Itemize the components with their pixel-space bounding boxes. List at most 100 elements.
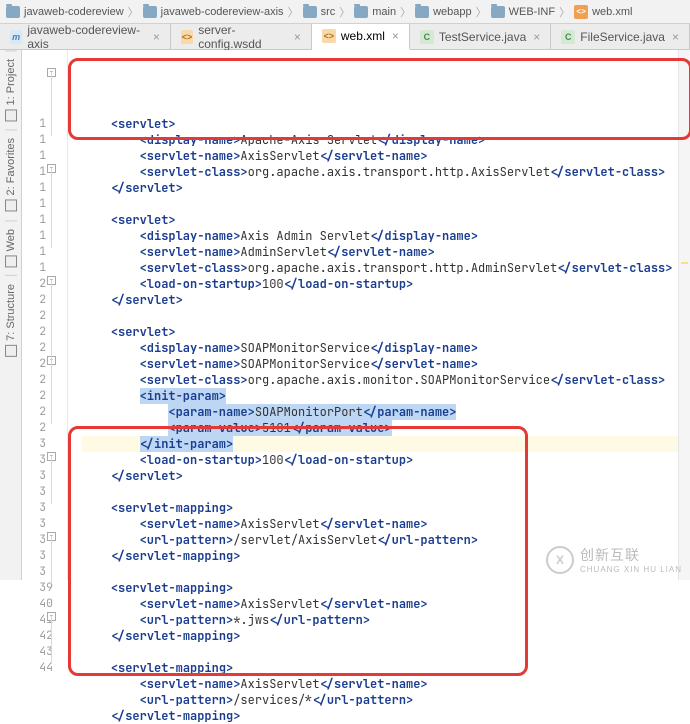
- code-line[interactable]: <servlet-class>org.apache.axis.monitor.S…: [82, 372, 690, 388]
- tool-window-2-favorites[interactable]: 2: Favorites: [5, 129, 17, 219]
- code-line[interactable]: <display-name>SOAPMonitorService</displa…: [82, 340, 690, 356]
- line-number: 37: [22, 548, 67, 564]
- close-icon[interactable]: ×: [672, 30, 679, 44]
- line-number: 14: [22, 180, 67, 196]
- code-line[interactable]: <load-on-startup>100</load-on-startup>: [82, 276, 690, 292]
- line-number: 9: [22, 100, 67, 116]
- line-number: 6: [22, 52, 67, 68]
- watermark: X 创新互联 CHUANG XIN HU LIAN: [546, 545, 682, 574]
- editor-scrollbar[interactable]: [678, 50, 690, 580]
- breadcrumb-item[interactable]: <>web.xml: [574, 5, 632, 19]
- line-number: 15: [22, 196, 67, 212]
- code-line[interactable]: </servlet>: [82, 468, 690, 484]
- line-number: 34: [22, 500, 67, 516]
- code-line[interactable]: <param-value>5101</param-value>: [82, 420, 690, 436]
- breadcrumb-item[interactable]: webapp: [415, 6, 472, 18]
- line-number: 29: [22, 420, 67, 436]
- line-number-gutter: 6789101112131415161718192021222324252627…: [22, 50, 68, 580]
- class-icon: C: [561, 30, 575, 44]
- class-icon: C: [420, 30, 434, 44]
- code-line[interactable]: </servlet-mapping>: [82, 628, 690, 644]
- line-number: 30: [22, 436, 67, 452]
- code-line[interactable]: <url-pattern>/services/*</url-pattern>: [82, 692, 690, 708]
- tool-window-label: 7: Structure: [5, 284, 17, 341]
- xml-file-icon: <>: [322, 29, 336, 43]
- code-line[interactable]: <servlet-name>AxisServlet</servlet-name>: [82, 676, 690, 692]
- code-line[interactable]: <servlet-class>org.apache.axis.transport…: [82, 260, 690, 276]
- folder-icon: [354, 6, 368, 18]
- code-line[interactable]: <servlet-name>AxisServlet</servlet-name>: [82, 596, 690, 612]
- code-line[interactable]: <servlet-mapping>: [82, 580, 690, 596]
- code-line[interactable]: </servlet>: [82, 292, 690, 308]
- tab-server-config-wsdd[interactable]: <>server-config.wsdd×: [171, 24, 312, 49]
- line-number: 8: [22, 84, 67, 100]
- code-line[interactable]: <url-pattern>*.jws</url-pattern>: [82, 612, 690, 628]
- tab-fileservice-java[interactable]: C FileService.java ×: [551, 24, 690, 49]
- line-number: 16: [22, 212, 67, 228]
- tab-web-xml[interactable]: <> web.xml ×: [312, 24, 410, 50]
- breadcrumb-item[interactable]: javaweb-codereview-axis: [143, 6, 284, 18]
- line-number: 26: [22, 372, 67, 388]
- code-line[interactable]: [82, 644, 690, 660]
- line-number: 35: [22, 516, 67, 532]
- code-line[interactable]: [82, 308, 690, 324]
- code-line[interactable]: <display-name>Apache-Axis Servlet</displ…: [82, 132, 690, 148]
- tool-window-icon: [5, 109, 17, 121]
- tab-javaweb-codereview-axis[interactable]: mjavaweb-codereview-axis×: [0, 24, 171, 49]
- close-icon[interactable]: ×: [533, 30, 540, 44]
- code-line[interactable]: <servlet-name>AxisServlet</servlet-name>: [82, 148, 690, 164]
- code-line[interactable]: <servlet-name>SOAPMonitorService</servle…: [82, 356, 690, 372]
- close-icon[interactable]: ×: [153, 30, 160, 44]
- close-icon[interactable]: ×: [294, 30, 301, 44]
- line-number: 40: [22, 596, 67, 612]
- tool-window-label: 1: Project: [5, 59, 17, 105]
- code-line[interactable]: <servlet>: [82, 116, 690, 132]
- close-icon[interactable]: ×: [392, 29, 399, 43]
- code-line[interactable]: <load-on-startup>100</load-on-startup>: [82, 452, 690, 468]
- code-line[interactable]: <servlet-name>AxisServlet</servlet-name>: [82, 516, 690, 532]
- code-line[interactable]: <servlet>: [82, 212, 690, 228]
- code-line[interactable]: </servlet>: [82, 180, 690, 196]
- breadcrumb-item[interactable]: javaweb-codereview: [6, 6, 124, 18]
- line-number: 42: [22, 628, 67, 644]
- tab-label: web.xml: [341, 29, 385, 43]
- folder-icon: [143, 6, 157, 18]
- breadcrumb-label: src: [321, 6, 336, 18]
- line-number: 24: [22, 340, 67, 356]
- tool-window-1-project[interactable]: 1: Project: [5, 50, 17, 129]
- code-line[interactable]: <servlet-mapping>: [82, 660, 690, 676]
- line-number: 19: [22, 260, 67, 276]
- line-number: 43: [22, 644, 67, 660]
- breadcrumb-label: main: [372, 6, 396, 18]
- tool-window-web[interactable]: Web: [5, 220, 17, 275]
- code-line[interactable]: [82, 196, 690, 212]
- line-number: 28: [22, 404, 67, 420]
- line-number: 17: [22, 228, 67, 244]
- tool-window-label: 2: Favorites: [5, 138, 17, 195]
- code-line[interactable]: <param-name>SOAPMonitorPort</param-name>: [82, 404, 690, 420]
- code-line[interactable]: </init-param>: [82, 436, 690, 452]
- code-line[interactable]: <display-name>Axis Admin Servlet</displa…: [82, 228, 690, 244]
- line-number: 33: [22, 484, 67, 500]
- tool-window-7-structure[interactable]: 7: Structure: [5, 275, 17, 365]
- breadcrumb-item[interactable]: main: [354, 6, 396, 18]
- code-line[interactable]: <servlet>: [82, 324, 690, 340]
- code-line[interactable]: [82, 484, 690, 500]
- line-number: 27: [22, 388, 67, 404]
- breadcrumb: javaweb-codereview〉javaweb-codereview-ax…: [0, 0, 690, 24]
- folder-icon: [303, 6, 317, 18]
- tab-testservice-java[interactable]: CTestService.java×: [410, 24, 551, 49]
- watermark-text: 创新互联: [580, 545, 682, 565]
- tab-label: server-config.wsdd: [198, 23, 287, 51]
- tab-label: FileService.java: [580, 30, 665, 44]
- code-line[interactable]: </servlet-mapping>: [82, 708, 690, 724]
- code-line[interactable]: <init-param>: [82, 388, 690, 404]
- code-editor[interactable]: <servlet> <display-name>Apache-Axis Serv…: [68, 50, 690, 580]
- code-line[interactable]: <servlet-mapping>: [82, 500, 690, 516]
- breadcrumb-item[interactable]: src: [303, 6, 336, 18]
- code-line[interactable]: [82, 100, 690, 116]
- breadcrumb-item[interactable]: WEB-INF: [491, 6, 555, 18]
- code-line[interactable]: <servlet-name>AdminServlet</servlet-name…: [82, 244, 690, 260]
- line-number: 13: [22, 164, 67, 180]
- code-line[interactable]: <servlet-class>org.apache.axis.transport…: [82, 164, 690, 180]
